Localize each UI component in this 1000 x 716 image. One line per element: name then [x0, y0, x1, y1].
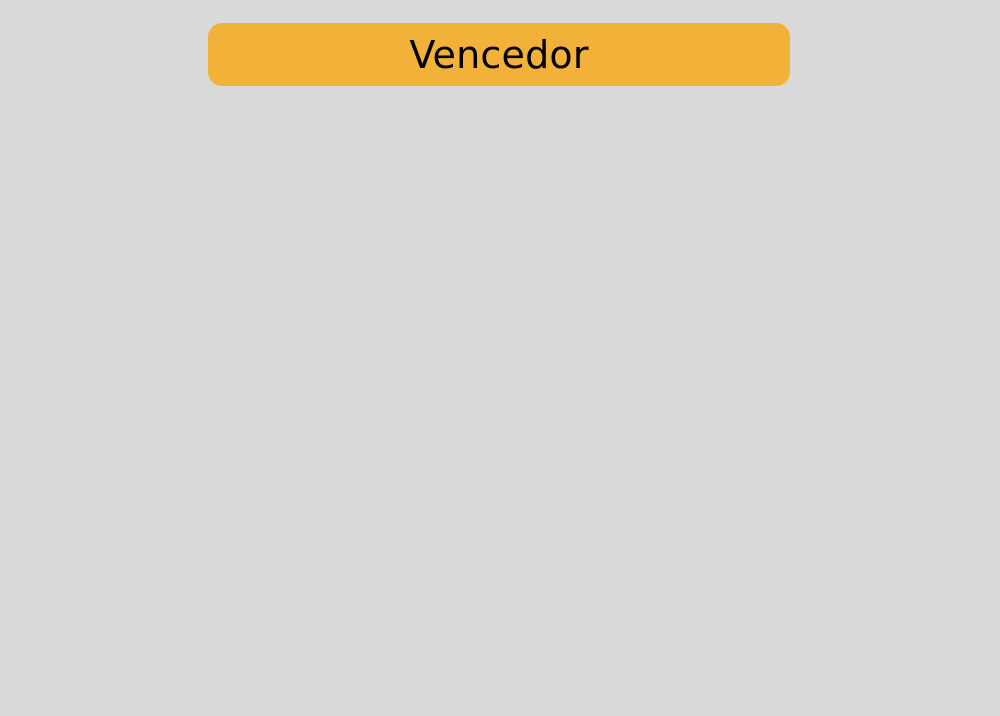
winner-banner: Vencedor — [208, 23, 790, 86]
winner-title: Vencedor — [409, 32, 589, 77]
main-content-area — [0, 100, 1000, 716]
